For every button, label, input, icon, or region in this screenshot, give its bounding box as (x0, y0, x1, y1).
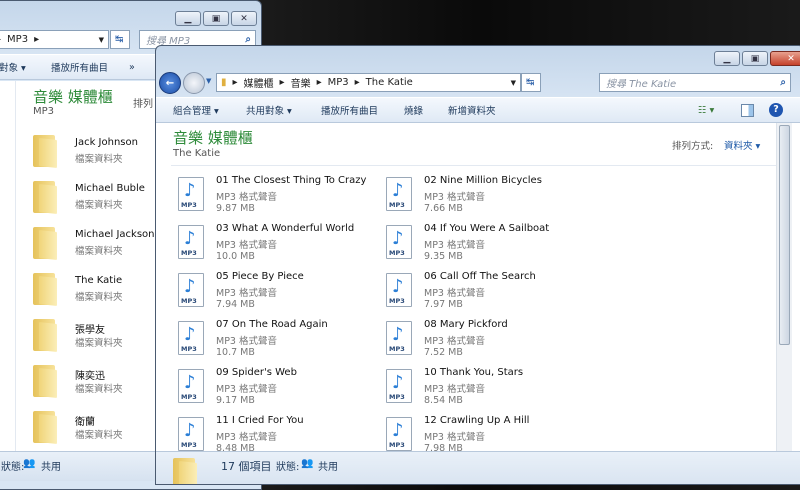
folder-icon (33, 317, 59, 352)
folder-icon (33, 133, 59, 168)
folder-icon: ▮ (221, 77, 227, 88)
folder-icon (33, 409, 59, 444)
breadcrumb-item[interactable]: 媒體櫃 (244, 75, 274, 90)
help-icon[interactable]: ? (769, 103, 783, 117)
refresh-icon[interactable]: ↹ (110, 30, 130, 49)
arrange-label: 排列方式: (672, 141, 714, 152)
shared-users-icon: 👥 (23, 458, 36, 469)
organize-button[interactable]: 組合管理 ▾ (173, 103, 219, 117)
mp3-file-icon: ♪ MP3 (386, 417, 412, 451)
mp3-file-icon: ♪ MP3 (178, 273, 204, 307)
window-controls: ▁ ▣ ✕ (175, 11, 257, 26)
arrange-label: 排列 (133, 99, 153, 110)
scrollbar[interactable] (776, 123, 792, 451)
maximize-button[interactable]: ▣ (742, 51, 768, 66)
burn-button[interactable]: 燒錄 (404, 103, 423, 117)
mp3-file-icon: ♪ MP3 (178, 321, 204, 355)
folder-icon (33, 225, 59, 260)
refresh-icon[interactable]: ↹ (521, 73, 541, 92)
library-title: 音樂 媒體櫃 (173, 129, 253, 147)
library-subtitle: MP3 (33, 106, 55, 117)
window-controls: ▁ ▣ ✕ (714, 51, 800, 66)
folder-icon (173, 456, 199, 484)
search-icon[interactable]: ⌕ (780, 77, 786, 88)
search-input[interactable]: 搜尋 The Katie ⌕ (599, 73, 791, 92)
mp3-file-icon: ♪ MP3 (386, 225, 412, 259)
mp3-file-icon: ♪ MP3 (178, 417, 204, 451)
library-title: 音樂 媒體櫃 (33, 88, 113, 106)
chevron-down-icon[interactable]: ▼ (511, 79, 516, 87)
chevron-down-icon[interactable]: ▼ (99, 36, 104, 44)
shared-users-icon: 👥 (301, 458, 314, 469)
back-button[interactable]: ← (159, 72, 181, 94)
toolbar: 組合管理 ▾ 共用對象 ▾ 播放所有曲目 燒錄 新增資料夾 ☷ ▾ ? (156, 97, 800, 123)
preview-pane-icon[interactable] (741, 103, 754, 117)
library-subtitle: The Katie (173, 148, 221, 159)
mp3-file-icon: ♪ MP3 (386, 177, 412, 211)
mp3-file-icon: ♪ MP3 (386, 369, 412, 403)
mp3-file-icon: ♪ MP3 (178, 177, 204, 211)
front-explorer-window[interactable]: ▁ ▣ ✕ ← ▼ ▮ ▸ 媒體櫃 ▸ 音樂 ▸ MP3 ▸ The Katie ▼ ↹… (155, 45, 800, 485)
close-button[interactable]: ✕ (231, 11, 257, 26)
more-button[interactable]: » (129, 62, 135, 73)
mp3-file-icon: ♪ MP3 (386, 273, 412, 307)
mp3-file-icon: ♪ MP3 (386, 321, 412, 355)
mp3-file-icon: ♪ MP3 (178, 225, 204, 259)
address-bar[interactable]: ▮ ▸ 媒體櫃 ▸ 音樂 ▸ MP3 ▸ The Katie ▼ (216, 73, 521, 92)
search-icon[interactable]: ⌕ (245, 34, 251, 45)
recent-pages-dropdown[interactable]: ▼ (206, 77, 211, 85)
share-button[interactable]: 共用對象 ▾ (246, 103, 292, 117)
status-bar: 17 個項目 狀態: 👥 共用 (156, 451, 800, 484)
nav-pane[interactable] (0, 81, 16, 451)
breadcrumb-mp3[interactable]: MP3 (7, 34, 28, 45)
maximize-button[interactable]: ▣ (203, 11, 229, 26)
divider (171, 165, 784, 166)
forward-button[interactable] (183, 72, 205, 94)
play-all-button[interactable]: 播放所有曲目 (321, 103, 378, 117)
close-button[interactable]: ✕ (770, 51, 800, 66)
breadcrumb-item[interactable]: MP3 (328, 77, 349, 88)
breadcrumb-item[interactable]: The Katie (366, 77, 413, 88)
arrange-dropdown[interactable]: 資料夾 ▾ (724, 138, 760, 152)
breadcrumb-item[interactable]: 音樂 (291, 75, 311, 90)
folder-icon (33, 179, 59, 214)
address-bar[interactable]: ▸MP3▸ ▼ (0, 30, 109, 49)
new-folder-button[interactable]: 新增資料夾 (448, 103, 496, 117)
play-all-button[interactable]: 播放所有曲目 (51, 60, 108, 74)
content-pane: 音樂 媒體櫃 The Katie 排列方式: 資料夾 ▾ ♪ MP3 01 The… (156, 123, 800, 454)
mp3-file-icon: ♪ MP3 (178, 369, 204, 403)
folder-icon (33, 271, 59, 306)
folder-icon (33, 363, 59, 398)
minimize-button[interactable]: ▁ (714, 51, 740, 66)
minimize-button[interactable]: ▁ (175, 11, 201, 26)
scrollbar-thumb[interactable] (779, 125, 790, 345)
item-count: 17 個項目 (221, 460, 272, 473)
change-view-icon[interactable]: ☷ ▾ (698, 105, 714, 116)
share-button[interactable]: 對象 ▾ (0, 60, 26, 74)
